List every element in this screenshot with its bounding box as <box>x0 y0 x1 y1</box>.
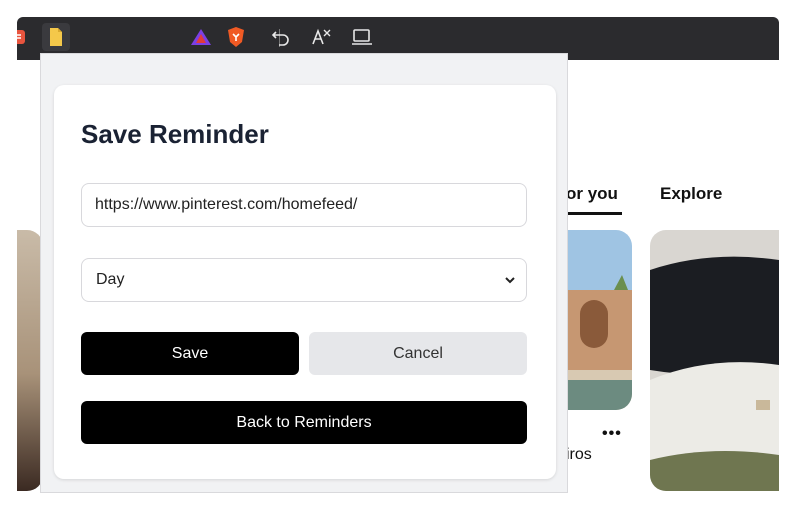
brave-shields-icon[interactable] <box>224 25 248 49</box>
frequency-select-value: Day <box>96 271 125 288</box>
page-title: Save Reminder <box>81 119 269 149</box>
save-button[interactable]: Save <box>81 332 299 375</box>
save-reminder-card: Save Reminder https://www.pinterest.com/… <box>54 85 556 479</box>
notes-extension-icon[interactable] <box>42 23 70 51</box>
pin-architecture-art <box>562 230 632 410</box>
frequency-select[interactable]: Day <box>81 258 527 302</box>
tab-active-underline <box>566 212 622 215</box>
cast-icon[interactable] <box>350 25 374 49</box>
triangle-extension-icon[interactable] <box>189 25 213 49</box>
bookmarks-extension-icon[interactable] <box>17 25 31 49</box>
back-to-reminders-button[interactable]: Back to Reminders <box>81 401 527 444</box>
url-input-value: https://www.pinterest.com/homefeed/ <box>95 196 358 213</box>
cancel-button[interactable]: Cancel <box>309 332 527 375</box>
pin-more-options[interactable]: ••• <box>602 425 622 443</box>
pin-image-architecture[interactable] <box>562 230 632 410</box>
tab-explore[interactable]: Explore <box>660 184 722 204</box>
chevron-down-icon <box>504 273 516 291</box>
pin-image-tshirts[interactable] <box>650 230 779 491</box>
pin-tshirts-art <box>650 230 779 491</box>
pin-caption: iros <box>566 446 592 463</box>
url-input[interactable]: https://www.pinterest.com/homefeed/ <box>81 183 527 227</box>
tab-for-you[interactable]: or you <box>566 184 618 204</box>
reminder-extension-popup: Save Reminder https://www.pinterest.com/… <box>40 53 568 493</box>
translate-icon[interactable] <box>309 25 333 49</box>
undo-icon[interactable] <box>269 25 293 49</box>
